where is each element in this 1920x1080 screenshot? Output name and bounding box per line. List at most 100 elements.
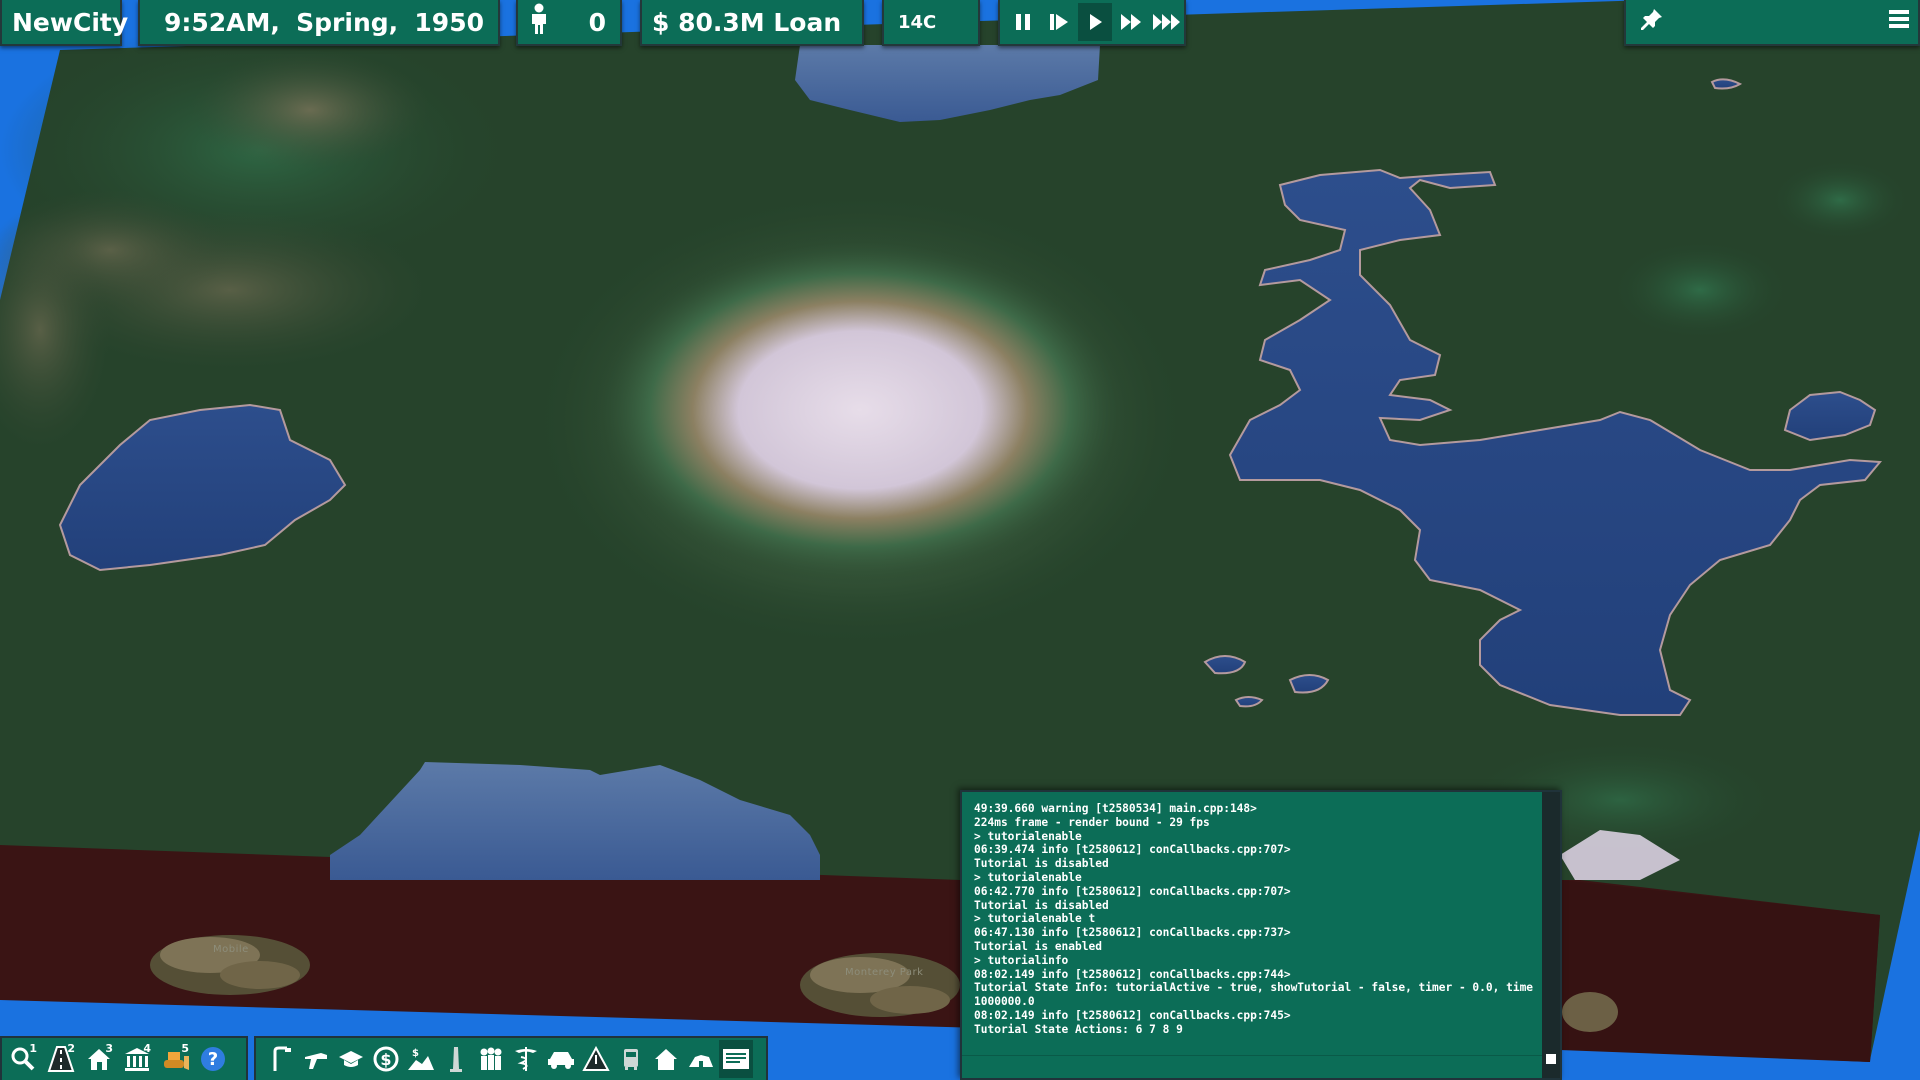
amenity-tool-button[interactable] [684, 1040, 718, 1078]
pipe-icon [305, 1053, 327, 1069]
streetlight-icon [273, 1046, 291, 1071]
news-log-tool-button[interactable] [719, 1040, 753, 1078]
speed-controls [998, 0, 1186, 46]
right-top-panel [1624, 0, 1920, 46]
government-tool-button[interactable]: 4 [120, 1040, 154, 1078]
svg-text:$: $ [380, 1050, 391, 1069]
utilities-tool-button[interactable] [264, 1040, 298, 1078]
temperature: 14C [898, 11, 937, 33]
help-button[interactable]: ? [196, 1040, 230, 1078]
pipe-tool-button[interactable] [299, 1040, 333, 1078]
console-line: 06:42.770 info [t2580612] conCallbacks.c… [974, 884, 1291, 898]
transit-bus-icon [624, 1049, 638, 1070]
city-name-panel[interactable]: NewCity [0, 0, 128, 46]
console-line: > tutorialenable t [974, 912, 1096, 926]
terraform-tool-button[interactable]: $ [404, 1040, 438, 1078]
console-line: Tutorial State Actions: 6 7 8 9 [974, 1022, 1183, 1036]
console-line: > tutorialenable [974, 829, 1082, 843]
console-line: 08:02.149 info [t2580612] conCallbacks.c… [974, 967, 1291, 981]
debug-console[interactable]: 49:39.660 warning [t2580534] main.cpp:14… [960, 790, 1562, 1080]
console-line: 1000000.0 [974, 995, 1035, 1009]
console-input[interactable] [962, 1055, 1542, 1078]
console-line: > tutorialenable [974, 870, 1082, 884]
console-line: Tutorial is enabled [974, 939, 1102, 953]
console-line: 224ms frame - render bound - 29 fps [974, 815, 1210, 829]
year: 1950 [414, 7, 484, 37]
home-icon [655, 1049, 677, 1070]
weather-panel[interactable]: 14C [882, 0, 980, 46]
console-scrollbar[interactable] [1542, 792, 1560, 1078]
fast-forward-icon [1121, 14, 1141, 30]
pin-button[interactable] [1640, 7, 1664, 37]
hotkey-label: 5 [181, 1042, 189, 1055]
education-cap-icon [339, 1051, 363, 1067]
svg-text:$: $ [412, 1048, 419, 1059]
monument-tool-button[interactable] [439, 1040, 473, 1078]
hazard-tool-button[interactable] [579, 1040, 613, 1078]
help-icon: ? [201, 1047, 225, 1071]
budget-panel[interactable]: $ 80.3M Loan [640, 0, 864, 46]
monument-icon [450, 1047, 462, 1072]
console-line: Tutorial is disabled [974, 898, 1109, 912]
step-play-icon [1050, 14, 1068, 30]
traffic-tool-button[interactable] [544, 1040, 578, 1078]
place-name-mobile: Mobile [213, 944, 249, 955]
console-line: 06:47.130 info [t2580612] conCallbacks.c… [974, 926, 1291, 940]
season: Spring, [296, 7, 399, 37]
clock-time: 9:52AM, [164, 7, 280, 37]
news-log-icon [723, 1049, 749, 1069]
hotkey-label: 2 [67, 1042, 75, 1055]
console-line: > tutorialinfo [974, 953, 1069, 967]
speed-slow-button[interactable] [1042, 3, 1076, 41]
console-line: 49:39.660 warning [t2580534] main.cpp:14… [974, 802, 1257, 815]
console-line: 06:39.474 info [t2580612] conCallbacks.c… [974, 843, 1291, 857]
road-tool-button[interactable]: 2 [44, 1040, 78, 1078]
population-panel[interactable]: 0 [516, 0, 622, 46]
population-count: 0 [588, 7, 606, 37]
car-traffic-icon [548, 1052, 574, 1069]
console-line: Tutorial State Info: tutorialActive - tr… [974, 981, 1534, 995]
money-budget-icon: $ [373, 1046, 399, 1072]
hotkey-label: 1 [29, 1042, 37, 1055]
console-line: 08:02.149 info [t2580612] conCallbacks.c… [974, 1008, 1291, 1022]
console-scroll-thumb[interactable] [1546, 1054, 1556, 1064]
query-tool-button[interactable]: 1 [6, 1040, 40, 1078]
pin-icon [1641, 9, 1662, 30]
person-icon [528, 3, 550, 41]
pause-icon [1016, 14, 1030, 30]
console-line: Tutorial is disabled [974, 857, 1109, 871]
housing-tool-button[interactable] [649, 1040, 683, 1078]
main-menu-button[interactable] [1888, 7, 1910, 37]
play-icon [1090, 14, 1102, 30]
triple-forward-icon [1153, 14, 1180, 30]
city-name[interactable]: NewCity [12, 8, 128, 37]
people-icon [480, 1047, 502, 1070]
people-tool-button[interactable] [474, 1040, 508, 1078]
hotkey-label: 4 [143, 1042, 151, 1055]
speed-fastest-button[interactable] [1150, 3, 1184, 41]
tool-bar-primary: 1 2 3 4 5 ? [0, 1036, 248, 1080]
hamburger-menu-icon [1889, 10, 1909, 28]
zone-tool-button[interactable]: 3 [82, 1040, 116, 1078]
transit-tool-button[interactable] [614, 1040, 648, 1078]
health-tool-button[interactable] [509, 1040, 543, 1078]
date-time-panel: 9:52AM, Spring, 1950 [138, 0, 500, 46]
bulldozer-tool-button[interactable]: 5 [158, 1040, 192, 1078]
education-tool-button[interactable] [334, 1040, 368, 1078]
terraform-icon: $ [408, 1048, 434, 1070]
budget-tool-button[interactable]: $ [369, 1040, 403, 1078]
tool-bar-secondary: $ $ [254, 1036, 768, 1080]
speed-normal-button[interactable] [1078, 3, 1112, 41]
amenity-icon [689, 1055, 713, 1067]
hazard-icon [582, 1046, 610, 1071]
svg-text:?: ? [208, 1049, 218, 1070]
place-name-monterey-park: Monterey Park [845, 967, 924, 978]
pause-button[interactable] [1006, 3, 1040, 41]
health-caduceus-icon [515, 1047, 537, 1071]
speed-fast-button[interactable] [1114, 3, 1148, 41]
hotkey-label: 3 [105, 1042, 113, 1055]
settlement-east [1562, 992, 1618, 1032]
money-readout: $ 80.3M Loan [652, 7, 842, 37]
settlement-monterey-park [800, 953, 960, 1017]
console-log: 49:39.660 warning [t2580534] main.cpp:14… [974, 792, 1534, 1064]
